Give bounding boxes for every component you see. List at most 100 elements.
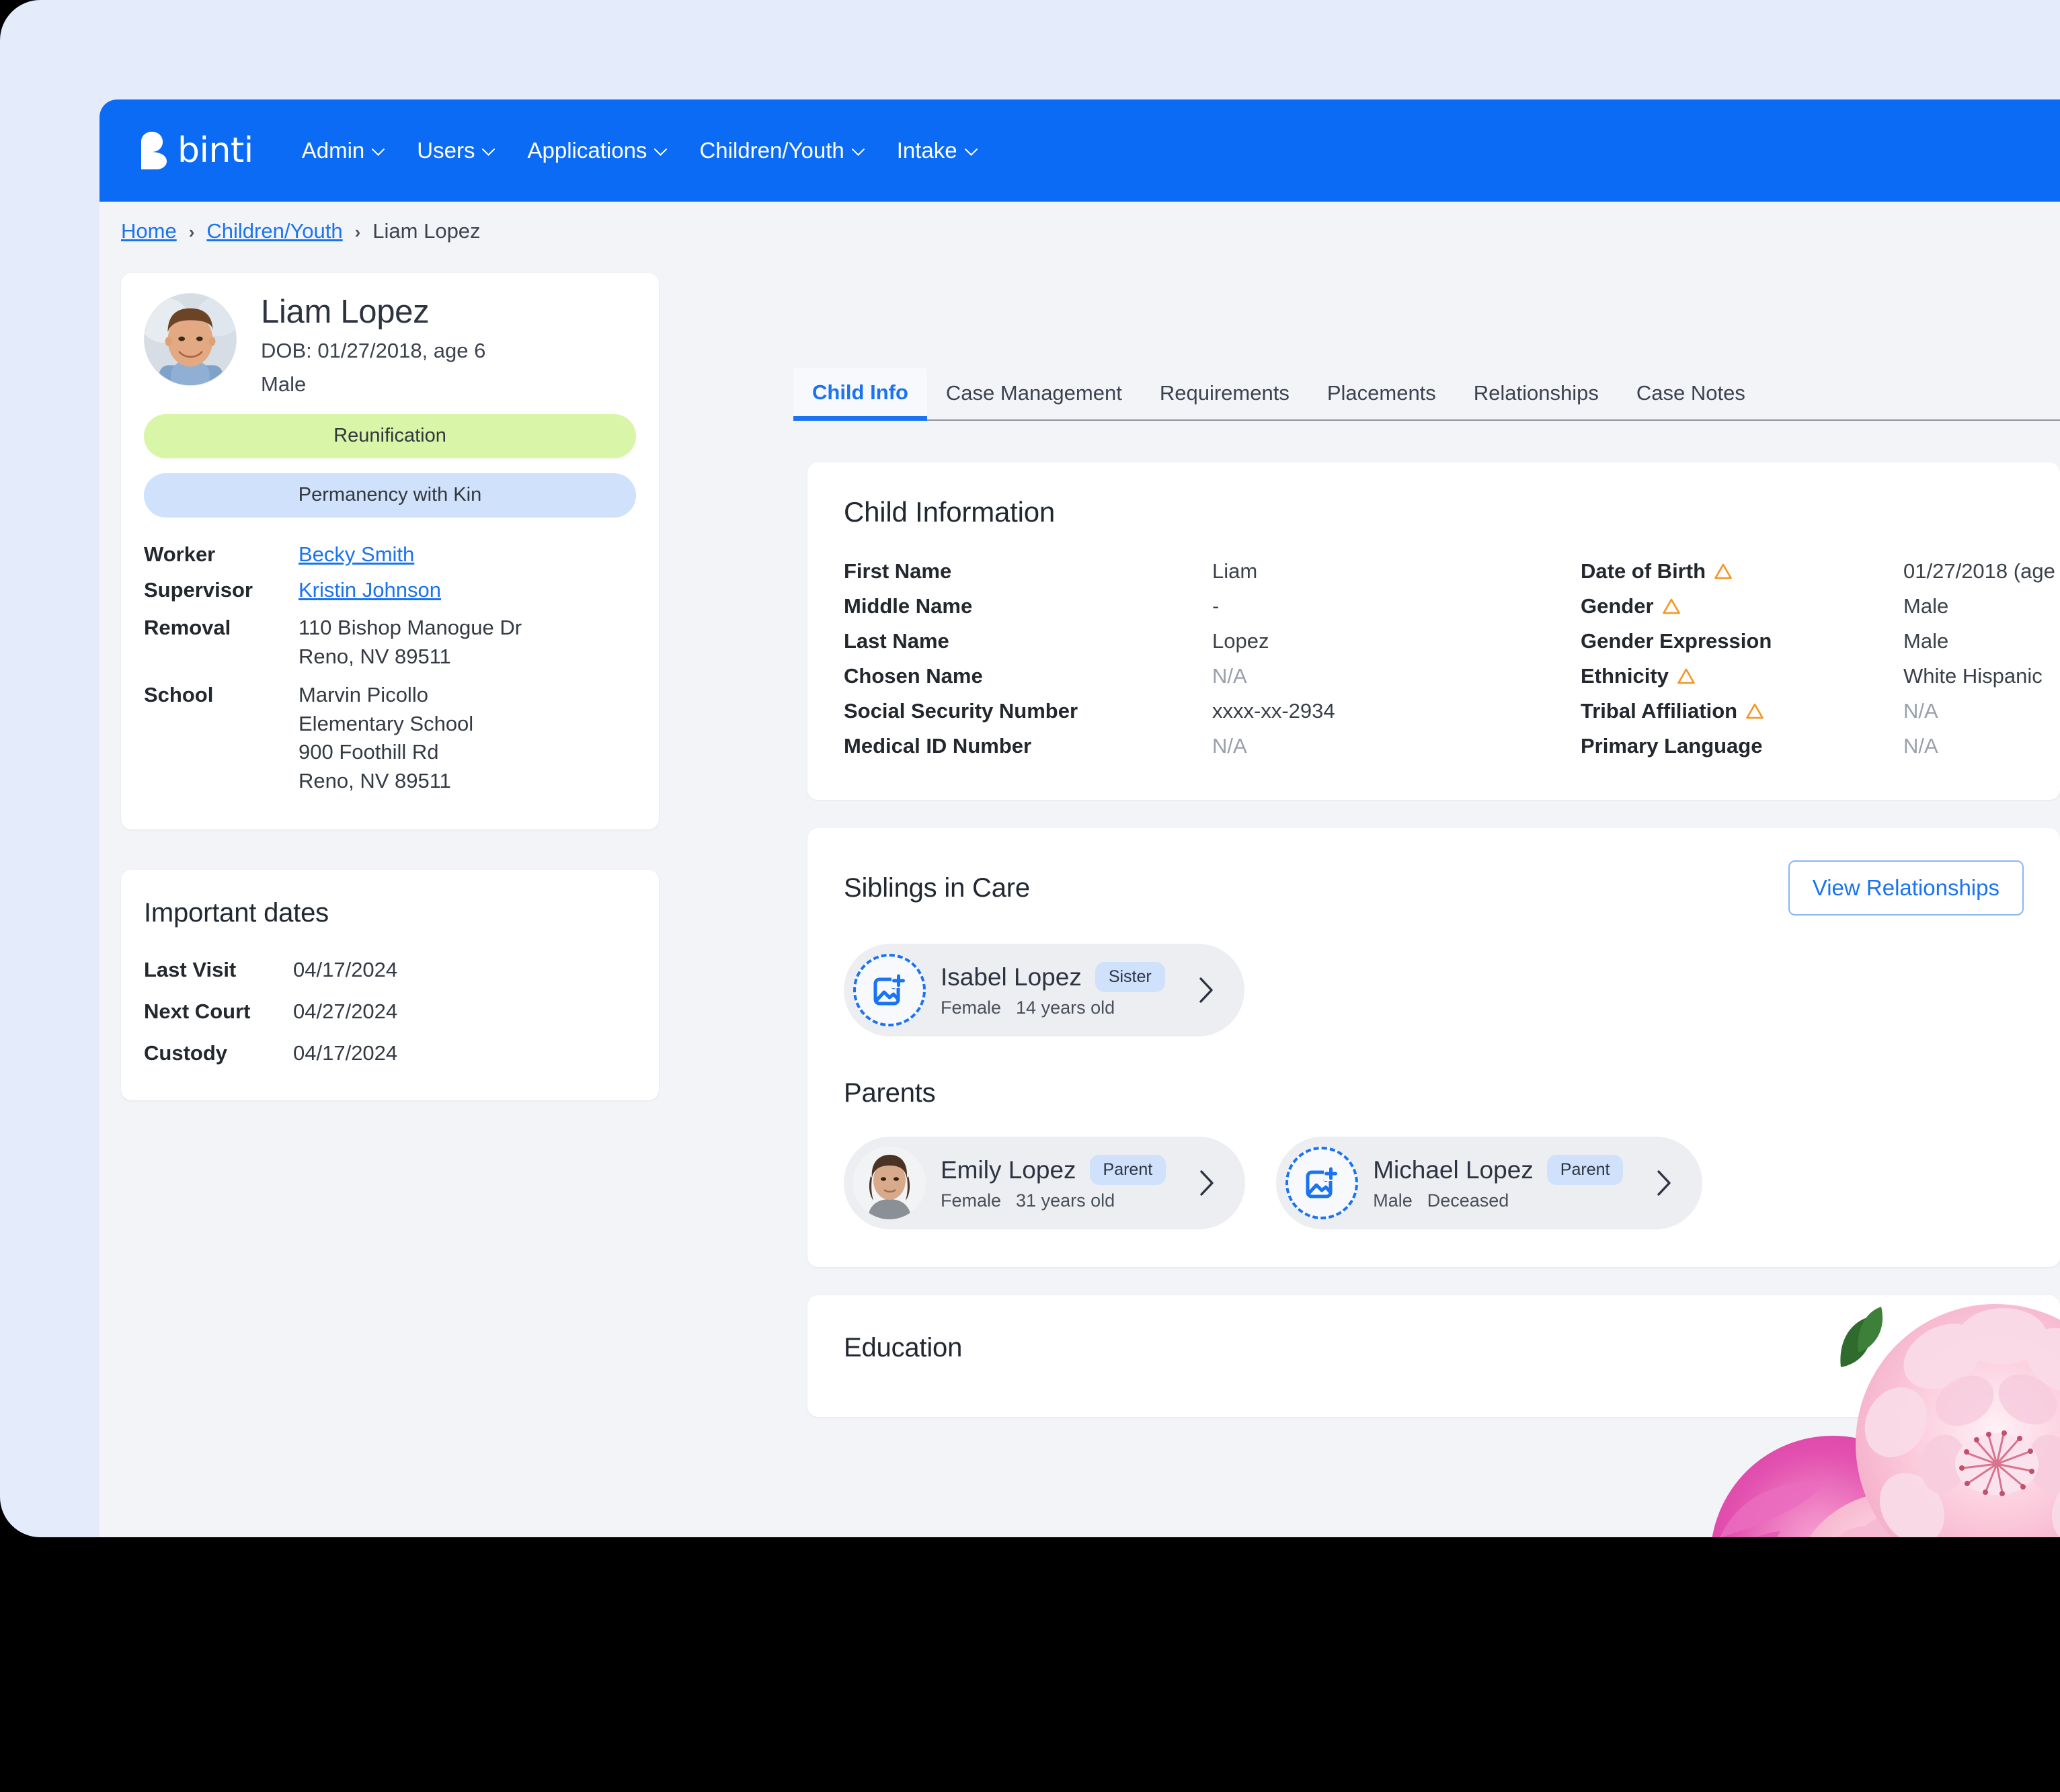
profile-identity: Liam Lopez DOB: 01/27/2018, age 6 Male [261, 293, 485, 399]
chevron-down-icon [372, 148, 385, 156]
sibling-chip-isabel-lopez[interactable]: Isabel Lopez Sister Female 14 years old [844, 944, 1244, 1036]
add-photo-placeholder-avatar[interactable] [1285, 1147, 1359, 1219]
add-photo-placeholder-avatar[interactable] [853, 954, 926, 1026]
breadcrumb-separator-icon: › [354, 221, 361, 242]
field-label-tribal-affiliation: Tribal Affiliation [1581, 699, 1903, 723]
chevron-down-icon [654, 148, 668, 156]
tab-case-notes[interactable]: Case Notes [1618, 367, 1764, 419]
warning-triangle-icon [1746, 703, 1764, 719]
sibling-name-row: Isabel Lopez Sister [941, 962, 1165, 992]
chevron-down-icon [964, 148, 978, 156]
breadcrumb-home-link[interactable]: Home [121, 219, 177, 243]
chevron-right-icon[interactable] [1655, 1169, 1673, 1197]
tab-case-management[interactable]: Case Management [927, 367, 1141, 419]
field-label-chosen-name: Chosen Name [844, 664, 983, 688]
breadcrumb-children-youth-link[interactable]: Children/Youth [206, 219, 342, 243]
parent-chip-michael-lopez[interactable]: Michael Lopez Parent Male Deceased [1276, 1137, 1703, 1229]
education-panel: Education [807, 1295, 2060, 1417]
warning-triangle-icon [1662, 598, 1680, 614]
parent-name: Emily Lopez [941, 1155, 1076, 1184]
view-relationships-button[interactable]: View Relationships [1788, 860, 2024, 915]
top-navigation-bar: binti Admin Users Applications Children/… [100, 99, 2060, 202]
binti-heart-icon [138, 131, 173, 170]
nav-item-intake-label: Intake [896, 138, 957, 163]
sibling-meta-row: Female 14 years old [941, 997, 1165, 1018]
chevron-right-icon[interactable] [1198, 1169, 1216, 1197]
next-court-value: 04/27/2024 [293, 999, 398, 1023]
field-value-date-of-birth: 01/27/2018 (age 6) [1903, 559, 2060, 583]
field-label-gender-expression: Gender Expression [1581, 629, 1772, 653]
breadcrumb: Home › Children/Youth › Liam Lopez [100, 202, 2060, 261]
important-dates-list: Last Visit 04/17/2024 Next Court 04/27/2… [144, 958, 636, 1065]
child-detail-tabs: Child Info Case Management Requirements … [793, 368, 2060, 421]
parent-relation-badge: Parent [1089, 1155, 1166, 1185]
field-label-medical-id-number: Medical ID Number [844, 734, 1032, 758]
profile-row-removal-value: 110 Bishop Manogue Dr Reno, NV 89511 [299, 616, 522, 669]
chevron-right-icon[interactable] [1197, 976, 1215, 1004]
permanency-goal-secondary-badge: Permanency with Kin [144, 473, 636, 518]
field-label-ethnicity: Ethnicity [1581, 664, 1903, 688]
important-date-row: Last Visit 04/17/2024 [144, 958, 636, 982]
custody-value: 04/17/2024 [293, 1041, 398, 1065]
left-sidebar-column: Liam Lopez DOB: 01/27/2018, age 6 Male R… [121, 273, 659, 1100]
warning-triangle-icon [1677, 668, 1695, 684]
siblings-list: Isabel Lopez Sister Female 14 years old [844, 944, 2024, 1036]
siblings-in-care-title: Siblings in Care [844, 872, 1030, 903]
breadcrumb-current-page: Liam Lopez [372, 219, 481, 243]
field-label-gender: Gender [1581, 594, 1903, 618]
parent-avatar-photo [853, 1147, 926, 1219]
field-label-last-name: Last Name [844, 629, 949, 653]
parent-status: Deceased [1427, 1190, 1509, 1211]
sibling-chip-text: Isabel Lopez Sister Female 14 years old [941, 962, 1165, 1018]
child-information-grid: First Name Liam Date of Birth 01/27/2018… [844, 559, 2060, 758]
child-profile-card: Liam Lopez DOB: 01/27/2018, age 6 Male R… [121, 273, 659, 829]
tab-child-info[interactable]: Child Info [793, 368, 927, 421]
important-dates-card: Important dates Last Visit 04/17/2024 Ne… [121, 869, 659, 1100]
field-value-gender: Male [1903, 594, 1949, 618]
profile-header: Liam Lopez DOB: 01/27/2018, age 6 Male [144, 293, 636, 399]
parent-chip-emily-lopez[interactable]: Emily Lopez Parent Female 31 years old [844, 1137, 1246, 1229]
nav-item-applications-label: Applications [527, 138, 647, 163]
nav-item-users-label: Users [417, 138, 475, 163]
nav-item-applications[interactable]: Applications [511, 99, 683, 202]
sibling-relation-badge: Sister [1095, 962, 1165, 992]
field-label-social-security-number: Social Security Number [844, 699, 1078, 723]
field-value-primary-language: N/A [1903, 734, 1938, 758]
parent-gender: Female [941, 1190, 1002, 1211]
tab-relationships[interactable]: Relationships [1455, 367, 1618, 419]
field-label-first-name: First Name [844, 559, 952, 583]
last-visit-label: Last Visit [144, 957, 237, 981]
nav-item-admin[interactable]: Admin [286, 99, 401, 202]
relationships-panel: Siblings in Care View Relationships Isab… [807, 828, 2060, 1267]
warning-triangle-icon [1714, 563, 1732, 579]
field-value-social-security-number: xxxx-xx-2934 [1212, 699, 1335, 723]
parents-list: Emily Lopez Parent Female 31 years old M… [844, 1137, 2024, 1229]
profile-row-worker-label: Worker [144, 542, 216, 566]
worker-link[interactable]: Becky Smith [299, 542, 414, 566]
parent-name: Michael Lopez [1373, 1155, 1534, 1184]
binti-logo[interactable]: binti [138, 130, 253, 171]
parents-title: Parents [844, 1078, 936, 1108]
field-value-middle-name: - [1212, 594, 1220, 618]
parent-chip-text: Emily Lopez Parent Female 31 years old [941, 1155, 1166, 1211]
main-content-column: Child Information First Name Liam Date o… [807, 462, 2060, 1417]
breadcrumb-separator-icon: › [188, 221, 195, 242]
child-avatar [144, 293, 237, 386]
tab-placements[interactable]: Placements [1308, 367, 1455, 419]
parent-relation-badge: Parent [1546, 1155, 1624, 1185]
supervisor-link[interactable]: Kristin Johnson [299, 578, 441, 602]
profile-details-table: Worker Becky Smith Supervisor Kristin Jo… [144, 540, 636, 796]
parent-meta-row: Male Deceased [1373, 1190, 1623, 1211]
important-dates-title: Important dates [144, 897, 329, 928]
field-label-date-of-birth: Date of Birth [1581, 559, 1903, 583]
parent-chip-text: Michael Lopez Parent Male Deceased [1373, 1155, 1624, 1211]
education-title: Education [844, 1333, 963, 1362]
nav-item-children-youth[interactable]: Children/Youth [683, 99, 880, 202]
tab-requirements[interactable]: Requirements [1141, 367, 1308, 419]
nav-item-intake[interactable]: Intake [881, 99, 994, 202]
nav-item-users[interactable]: Users [401, 99, 511, 202]
field-value-ethnicity: White Hispanic [1903, 664, 2043, 688]
child-information-panel: Child Information First Name Liam Date o… [807, 462, 2060, 800]
field-label-middle-name: Middle Name [844, 594, 973, 618]
custody-label: Custody [144, 1041, 227, 1065]
